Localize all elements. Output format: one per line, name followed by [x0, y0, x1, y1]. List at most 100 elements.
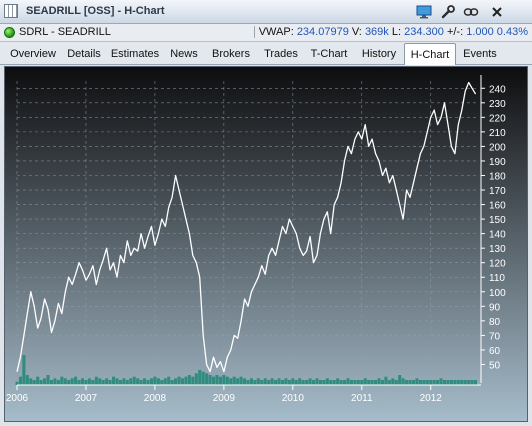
volume-bar	[46, 375, 50, 385]
link-icon[interactable]	[461, 3, 481, 21]
x-tick-label: 2006	[6, 393, 29, 404]
price-chart[interactable]: 50 60 70 80 90 100 110 120 130 140 150 160 170 180 190…	[4, 66, 528, 422]
volume-bar	[470, 380, 474, 385]
volume-bar	[339, 380, 343, 385]
volume-bar	[129, 378, 133, 385]
volume-bar	[408, 380, 412, 385]
volume-bar	[446, 380, 450, 385]
volume-bar	[325, 378, 329, 385]
y-tick-label: 230	[489, 99, 506, 110]
divider	[253, 26, 255, 39]
volume-bar	[474, 380, 478, 385]
volume-bar	[39, 380, 43, 385]
volume-bar	[29, 378, 33, 385]
volume-bar	[94, 376, 98, 385]
tab-history[interactable]: History	[355, 44, 403, 64]
volume-bar	[201, 371, 205, 385]
volume-bar	[284, 378, 288, 385]
volume-bar	[467, 380, 471, 385]
volume-bar	[101, 380, 105, 385]
y-tick-label: 170	[489, 186, 506, 197]
volume-bar	[22, 355, 26, 385]
window-title: SEADRILL [OSS] - H-Chart	[26, 5, 165, 17]
volume-bar	[336, 378, 340, 385]
volume-bar	[87, 378, 91, 385]
change-label: +/-:	[446, 26, 464, 38]
volume-bar	[318, 380, 322, 385]
volume-bar	[49, 380, 54, 385]
volume-bar	[253, 380, 257, 385]
volume-bar	[184, 376, 188, 385]
last-value: 234.300	[404, 26, 444, 38]
tab-trades[interactable]: Trades	[259, 44, 303, 64]
x-tick-label: 2009	[213, 393, 236, 404]
volume-bar	[243, 378, 247, 385]
volume-bar	[215, 375, 219, 385]
volume-bar	[205, 373, 209, 385]
volume-bar	[225, 376, 229, 385]
volume-bar	[98, 378, 102, 385]
tab-events[interactable]: Events	[457, 44, 503, 64]
volume-bar	[429, 380, 433, 385]
volume-bar	[267, 380, 271, 385]
y-tick-label: 180	[489, 171, 506, 182]
y-tick-label: 70	[489, 331, 501, 342]
volume-bar	[36, 376, 40, 385]
volume-bar	[294, 380, 298, 385]
volume-bar	[125, 380, 129, 385]
volume-bar	[32, 380, 36, 385]
volume-bar	[187, 375, 191, 385]
y-tick-label: 60	[489, 346, 501, 357]
volume-bar	[387, 380, 391, 385]
volume-bar	[156, 378, 160, 385]
volume-bar	[322, 380, 326, 385]
volume-bar	[91, 380, 95, 385]
volume-bar	[53, 378, 57, 385]
volume-bar	[360, 380, 364, 385]
volume-bar	[80, 378, 85, 385]
volume-bar	[374, 380, 378, 385]
volume-bar	[170, 380, 174, 385]
tab-details[interactable]: Details	[63, 44, 105, 64]
wrench-icon[interactable]	[438, 3, 458, 21]
change-percent: 0.43%	[496, 26, 528, 38]
volume-bar	[239, 376, 243, 385]
volume-bar	[384, 376, 388, 385]
volume-bar	[456, 380, 460, 385]
tab-brokers[interactable]: Brokers	[204, 44, 258, 64]
volume-bar	[422, 380, 426, 385]
app-icon	[4, 4, 18, 18]
volume-bar	[108, 380, 112, 385]
volume-bar	[70, 378, 74, 385]
volume-bar	[146, 380, 150, 385]
y-tick-label: 190	[489, 157, 506, 168]
volume-bar	[260, 380, 264, 385]
volume-bar	[43, 378, 47, 385]
volume-bar	[367, 380, 371, 385]
volume-bar	[229, 378, 233, 385]
change-value: 1.000	[466, 26, 494, 38]
volume-bar	[232, 376, 236, 385]
x-tick-label: 2008	[144, 393, 167, 404]
volume-bar	[411, 380, 416, 385]
last-label: L:	[391, 26, 402, 38]
volume-bar	[346, 378, 350, 385]
tab-news[interactable]: News	[165, 44, 203, 64]
volume-bar	[418, 380, 422, 385]
volume-bar	[67, 380, 71, 385]
tab-estimates[interactable]: Estimates	[106, 44, 164, 64]
tab-t-chart[interactable]: T-Chart	[304, 44, 354, 64]
tab-h-chart[interactable]: H-Chart	[404, 43, 456, 65]
volume-bar	[363, 378, 367, 385]
close-icon[interactable]	[487, 3, 507, 21]
y-tick-label: 110	[489, 273, 505, 284]
volume-bar	[332, 380, 336, 385]
volume-bar	[274, 380, 278, 385]
tab-overview[interactable]: Overview	[4, 44, 62, 64]
y-tick-label: 160	[489, 201, 506, 212]
volume-bar	[291, 378, 295, 385]
volume-bar	[343, 380, 347, 385]
y-tick-label: 120	[489, 259, 506, 270]
volume-bar	[370, 380, 374, 385]
monitor-icon[interactable]	[414, 3, 434, 21]
